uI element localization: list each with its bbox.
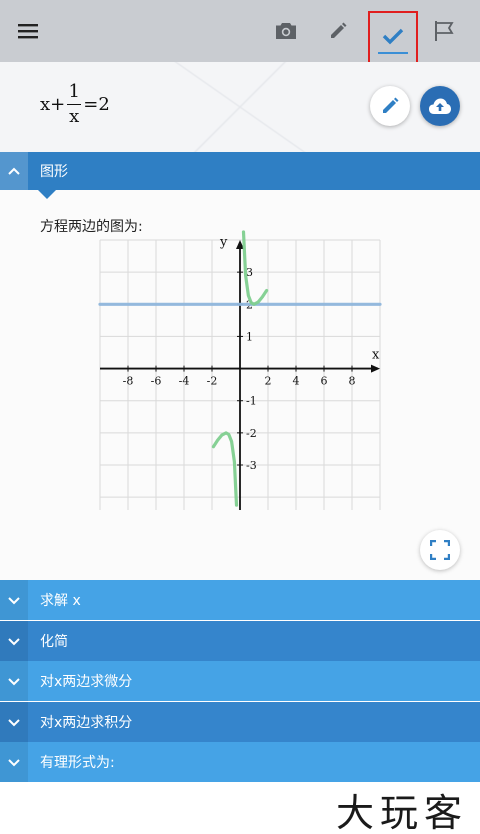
chevron-down-icon [8, 678, 20, 686]
section-pointer [38, 190, 56, 199]
flag-icon [435, 21, 454, 41]
x-tick-label: 4 [293, 375, 300, 388]
x-axis-label: x [372, 348, 380, 363]
x-tick-label: 6 [321, 375, 328, 388]
menu-button[interactable] [8, 0, 48, 62]
chevron-down-icon [8, 597, 20, 605]
y-tick-label: -2 [246, 427, 257, 440]
expand-toggle[interactable] [0, 701, 28, 742]
x-tick-label: 2 [265, 375, 272, 388]
fraction-bar [67, 104, 82, 105]
equation-fraction: 1 x [67, 81, 82, 127]
graph-section-content: 方程两边的图为: x y -8 -6 -4 -2 2 4 6 8 3 2 1 -1 -2 -3 [0, 190, 480, 580]
equation-display: x + 1 x = 2 [40, 82, 110, 127]
flag-button[interactable] [424, 0, 464, 62]
chevron-up-icon [8, 167, 20, 175]
graph-section-title: 图形 [40, 164, 68, 180]
equation-equals: = [83, 94, 99, 115]
equation-plus: + [50, 94, 66, 115]
cloud-upload-icon [429, 98, 451, 114]
y-axis-label: y [219, 235, 228, 250]
accordion-row[interactable]: 求解 x [0, 580, 480, 620]
chevron-down-icon [8, 637, 20, 645]
active-tab-indicator [378, 52, 408, 54]
accordion-row[interactable]: 化简 [0, 620, 480, 661]
y-tick-label: -1 [246, 395, 257, 408]
bottom-area: 大玩客 [0, 782, 480, 834]
y-tick-label: -3 [246, 459, 257, 472]
edit-equation-button[interactable] [370, 86, 410, 126]
watermark: 大玩客 [335, 791, 468, 834]
cloud-upload-button[interactable] [420, 86, 460, 126]
expand-toggle[interactable] [0, 661, 28, 701]
collapse-toggle[interactable] [0, 152, 28, 190]
equation-rhs: 2 [98, 94, 110, 115]
check-icon [382, 28, 404, 44]
fraction-denominator: x [69, 106, 80, 127]
pencil-button[interactable] [318, 0, 358, 62]
camera-icon [276, 23, 296, 39]
x-tick-label: -6 [151, 375, 162, 388]
camera-button[interactable] [266, 0, 306, 62]
graph-section-header[interactable]: 图形 [0, 152, 480, 190]
accordion-row[interactable]: 对x两边求微分 [0, 661, 480, 701]
equation-graph[interactable]: xy-8 -6 -4 -2 2 4 6 8321-1-2-3 [0, 190, 480, 580]
x-tick-label: -4 [179, 375, 190, 388]
accordion-row[interactable]: 有理形式为: [0, 742, 480, 782]
x-tick-label: -8 [123, 375, 134, 388]
chevron-down-icon [8, 718, 20, 726]
accordion-row-title: 有理形式为: [40, 755, 115, 771]
series-line-2 [211, 431, 239, 507]
expand-toggle[interactable] [0, 580, 28, 620]
accordion-row-title: 求解 x [40, 593, 81, 609]
check-tab-button[interactable] [368, 11, 418, 66]
accordion-row-title: 对x两边求微分 [40, 674, 133, 690]
chevron-down-icon [8, 759, 20, 767]
pencil-icon [383, 97, 399, 113]
top-toolbar [0, 0, 480, 66]
pencil-icon [331, 22, 347, 38]
expand-toggle[interactable] [0, 620, 28, 661]
menu-icon [18, 24, 38, 39]
fullscreen-button[interactable] [420, 530, 460, 570]
expand-toggle[interactable] [0, 742, 28, 782]
x-tick-label: 8 [349, 375, 356, 388]
equation-term-x: x [40, 94, 51, 115]
fraction-numerator: 1 [68, 81, 80, 102]
accordion-row[interactable]: 对x两边求积分 [0, 701, 480, 742]
accordion-row-title: 对x两边求积分 [40, 714, 133, 731]
accordion-row-title: 化简 [40, 633, 68, 650]
x-tick-label: -2 [207, 375, 218, 388]
fullscreen-icon [430, 540, 450, 560]
y-tick-label: 1 [246, 330, 253, 343]
x-axis-arrow [371, 364, 380, 373]
equation-area: x + 1 x = 2 [0, 62, 480, 152]
